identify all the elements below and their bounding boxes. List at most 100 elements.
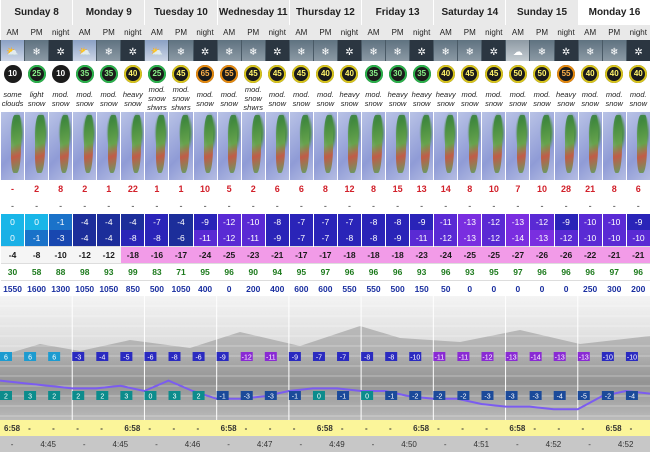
period-label: PM bbox=[529, 25, 555, 40]
freezing-level: 0 bbox=[529, 280, 555, 297]
wind-chill: -17 bbox=[313, 246, 338, 264]
day-header[interactable]: Thursday 12 bbox=[288, 0, 362, 25]
forecast-map-thumbnail[interactable] bbox=[290, 112, 313, 180]
weather-summary: mod. snow bbox=[533, 89, 551, 108]
forecast-map-thumbnail[interactable] bbox=[314, 112, 337, 180]
cloud-icon: ☁ bbox=[512, 46, 523, 58]
sunrise-time: - bbox=[625, 420, 650, 436]
land-shape bbox=[252, 115, 262, 174]
freezing-level: 400 bbox=[193, 280, 218, 297]
day-header[interactable]: Tuesday 10 bbox=[144, 0, 218, 25]
forecast-map-thumbnail[interactable] bbox=[121, 112, 145, 180]
day-header[interactable]: Monday 16 bbox=[577, 0, 650, 25]
forecast-map-thumbnail[interactable] bbox=[458, 112, 482, 180]
forecast-map-thumbnail[interactable] bbox=[410, 112, 434, 180]
forecast-map-thumbnail[interactable] bbox=[25, 112, 49, 180]
day-header[interactable]: Monday 9 bbox=[72, 0, 145, 25]
freezing-level: 550 bbox=[361, 280, 386, 297]
weather-icon-cell: ❄ bbox=[240, 40, 266, 61]
weather-icon-cell: ✲ bbox=[120, 40, 145, 61]
forecast-map-thumbnail[interactable] bbox=[242, 112, 265, 180]
day-header[interactable]: Sunday 15 bbox=[505, 0, 579, 25]
forecast-map-thumbnail[interactable] bbox=[434, 112, 458, 180]
forecast-map-thumbnail[interactable] bbox=[1, 112, 25, 180]
forecast-map-thumbnail[interactable] bbox=[603, 112, 626, 180]
forecast-map-thumbnail[interactable] bbox=[482, 112, 506, 180]
max-temp: -7 bbox=[336, 214, 362, 230]
forecast-map-thumbnail[interactable] bbox=[49, 112, 73, 180]
day-header[interactable]: Wednesday 11 bbox=[216, 0, 290, 25]
wind-speed-badge: 25 bbox=[27, 65, 46, 83]
sun-cloud-icon: ⛅ bbox=[150, 46, 164, 58]
humidity: 71 bbox=[168, 263, 194, 281]
wind-chill: -25 bbox=[457, 246, 482, 264]
land-shape bbox=[227, 115, 238, 174]
forecast-map-thumbnail[interactable] bbox=[145, 112, 169, 180]
forecast-map-thumbnail[interactable] bbox=[530, 112, 554, 180]
wind-speed-badge: 40 bbox=[123, 65, 142, 83]
freezing-level: 1050 bbox=[96, 280, 121, 297]
forecast-map-thumbnail[interactable] bbox=[97, 112, 121, 180]
day-header[interactable]: Saturday 14 bbox=[433, 0, 506, 25]
freezing-level: 850 bbox=[120, 280, 145, 297]
forecast-map-thumbnail[interactable] bbox=[194, 112, 217, 180]
forecast-map-cell bbox=[288, 112, 314, 180]
wind-chill: -27 bbox=[505, 246, 530, 264]
weather-icon-cell: ⛅ bbox=[0, 40, 25, 61]
lower-temp-label: 2 bbox=[52, 394, 56, 401]
forecast-map-thumbnail[interactable] bbox=[73, 112, 97, 180]
upper-temp-label: -11 bbox=[435, 355, 445, 362]
snow-icon: ❄ bbox=[321, 46, 330, 58]
rain-amount: - bbox=[203, 200, 207, 211]
forecast-map-thumbnail[interactable] bbox=[169, 112, 193, 180]
land-shape bbox=[468, 115, 478, 174]
wind-cell: 50 bbox=[506, 61, 530, 85]
weather-icon-cell: ❄ bbox=[385, 40, 410, 61]
snow-amount: 8 bbox=[467, 183, 473, 194]
wind-cell: 55 bbox=[217, 61, 241, 85]
wind-speed-badge: 55 bbox=[220, 65, 239, 83]
lower-temp-label: -2 bbox=[460, 394, 466, 401]
snow-icon: ❄ bbox=[369, 46, 378, 58]
forecast-map-cell bbox=[481, 112, 506, 180]
day-header[interactable]: Friday 13 bbox=[360, 0, 434, 25]
forecast-map-cell bbox=[601, 112, 627, 180]
sunrise-time: - bbox=[288, 420, 313, 436]
snow-icon: ❄ bbox=[297, 46, 306, 58]
freezing-level: 550 bbox=[337, 280, 362, 297]
forecast-map-thumbnail[interactable] bbox=[627, 112, 650, 180]
min-temp: -8 bbox=[144, 230, 169, 247]
wind-chill: -26 bbox=[529, 246, 555, 264]
wind-speed-badge: 10 bbox=[3, 65, 22, 83]
day-header[interactable]: Sunday 8 bbox=[0, 0, 73, 25]
forecast-map-thumbnail[interactable] bbox=[506, 112, 530, 180]
snow-icon: ❄ bbox=[585, 46, 595, 58]
snow-icon: ❄ bbox=[104, 46, 113, 58]
lower-temp-label: 2 bbox=[100, 394, 104, 401]
sunset-time: 4:47 bbox=[240, 436, 289, 452]
temperature-chart: 6 6 6 -3 -4 -5 -6 -8 -6 -9 -12 -11 -9 -7 -7 -8 -8 -10 -11-… bbox=[0, 296, 650, 420]
map-row bbox=[0, 112, 650, 180]
wind-chill: -26 bbox=[554, 246, 579, 264]
sun-cloud-icon: ⛅ bbox=[78, 46, 91, 58]
forecast-map-thumbnail[interactable] bbox=[218, 112, 241, 180]
wind-speed-badge: 40 bbox=[340, 65, 359, 83]
sunrise-time: - bbox=[72, 420, 97, 436]
wind-speed-badge: 50 bbox=[532, 65, 551, 83]
wind-cell: 40 bbox=[337, 61, 361, 85]
weather-icon-cell: ✲ bbox=[192, 40, 218, 61]
wind-speed-badge: 30 bbox=[388, 65, 407, 83]
snow-amount: 6 bbox=[635, 183, 641, 194]
forecast-map-thumbnail[interactable] bbox=[386, 112, 410, 180]
min-temp: -11 bbox=[192, 230, 218, 247]
rain-amount: - bbox=[588, 200, 592, 211]
period-label: night bbox=[337, 25, 362, 40]
forecast-map-thumbnail[interactable] bbox=[362, 112, 386, 180]
forecast-map-thumbnail[interactable] bbox=[579, 112, 602, 180]
forecast-map-thumbnail[interactable] bbox=[338, 112, 361, 180]
wind-cell: 50 bbox=[530, 61, 554, 85]
upper-temp-label: -11 bbox=[266, 355, 276, 362]
forecast-map-thumbnail[interactable] bbox=[555, 112, 578, 180]
wind-chill: -4 bbox=[0, 246, 25, 264]
forecast-map-thumbnail[interactable] bbox=[266, 112, 289, 180]
